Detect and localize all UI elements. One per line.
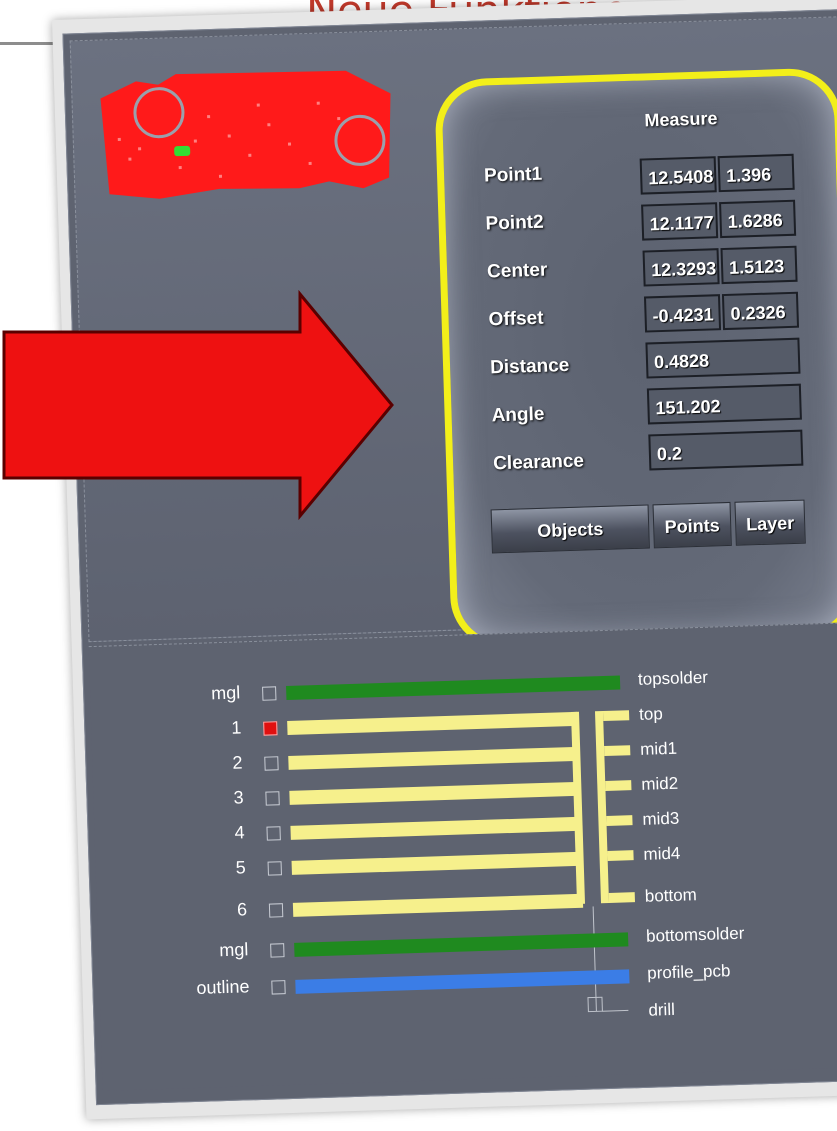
- layer-name: mid2: [641, 773, 679, 794]
- point2-y-value[interactable]: 1.6286: [719, 199, 797, 239]
- layer-name: top: [638, 704, 664, 724]
- center-x-value[interactable]: 12.3293: [642, 248, 720, 287]
- drill-icon: [587, 996, 603, 1013]
- app-window: Measure Point1 12.5408 1.396 Point2 12.1…: [62, 9, 837, 1106]
- checkbox-icon[interactable]: [263, 721, 278, 736]
- layer-stack-panel: mgl topsolder 1 top 2 mid1 3 mid2 4 mid3…: [88, 621, 837, 1091]
- checkbox-icon[interactable]: [271, 980, 286, 995]
- checkbox-icon[interactable]: [270, 943, 285, 958]
- objects-button[interactable]: Objects: [490, 504, 650, 554]
- screenshot-frame: Measure Point1 12.5408 1.396 Point2 12.1…: [52, 0, 837, 1120]
- layer-name: topsolder: [637, 667, 709, 689]
- center-y-value[interactable]: 1.5123: [720, 245, 798, 285]
- offset-y-value[interactable]: 0.2326: [721, 291, 800, 331]
- measure-title: Measure: [644, 108, 718, 131]
- checkbox-icon[interactable]: [267, 861, 282, 876]
- distance-value[interactable]: 0.4828: [645, 337, 801, 379]
- right-arrow-icon: [2, 290, 394, 520]
- layer-name: bottomsolder: [645, 923, 745, 946]
- layer-name: mid4: [643, 843, 681, 864]
- point1-y-value[interactable]: 1.396: [717, 153, 795, 193]
- layer-name: mid3: [642, 808, 680, 829]
- measure-panel: Measure Point1 12.5408 1.396 Point2 12.1…: [434, 67, 837, 650]
- point2-label: Point2: [485, 211, 544, 235]
- point2-x-value[interactable]: 12.1177: [641, 202, 719, 241]
- layer-name: profile_pcb: [646, 961, 731, 983]
- layer-button[interactable]: Layer: [734, 499, 806, 546]
- point1-label: Point1: [483, 163, 543, 187]
- layer-name: mid1: [639, 738, 678, 759]
- center-label: Center: [486, 259, 548, 283]
- angle-label: Angle: [491, 403, 545, 427]
- checkbox-icon[interactable]: [268, 903, 284, 918]
- points-button[interactable]: Points: [652, 501, 732, 549]
- selected-component[interactable]: [174, 145, 191, 157]
- clearance-value[interactable]: 0.2: [648, 429, 804, 471]
- distance-label: Distance: [489, 354, 570, 379]
- layer-name: drill: [648, 999, 676, 1020]
- point1-x-value[interactable]: 12.5408: [639, 156, 717, 195]
- angle-value[interactable]: 151.202: [646, 383, 802, 425]
- checkbox-icon[interactable]: [264, 756, 279, 771]
- checkbox-icon[interactable]: [265, 791, 280, 806]
- layer-name: bottom: [644, 885, 698, 906]
- checkbox-icon[interactable]: [262, 686, 277, 701]
- offset-x-value[interactable]: -0.4231: [643, 294, 722, 333]
- pcb-board-preview[interactable]: [96, 59, 400, 210]
- checkbox-icon[interactable]: [266, 826, 281, 841]
- offset-label: Offset: [488, 307, 544, 331]
- clearance-label: Clearance: [492, 450, 585, 475]
